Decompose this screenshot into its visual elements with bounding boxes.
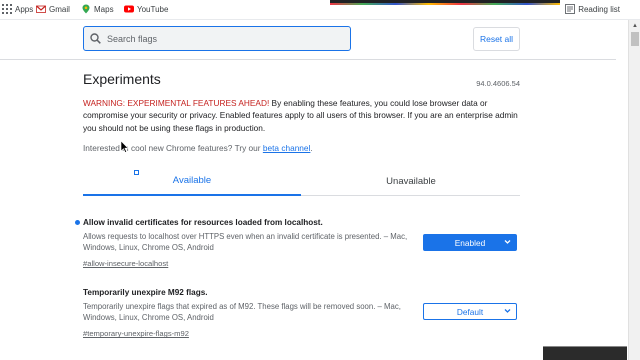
flag-state-value: Default [456,306,484,317]
scrollbar[interactable]: ▲ [628,20,640,360]
beta-promo-suffix: . [310,143,313,153]
bookmark-apps[interactable]: Apps [2,4,33,14]
reading-list-label: Reading list [578,4,620,14]
flag-description: Allows requests to localhost over HTTPS … [83,232,408,253]
flag-allow-insecure-localhost: Allow invalid certificates for resources… [75,218,520,271]
search-icon [90,33,101,44]
flag-description: Temporarily unexpire flags that expired … [83,302,401,323]
flag-state-select[interactable]: Default [423,303,517,320]
bookmark-label: Gmail [49,4,70,14]
flag-name: Allow invalid certificates for resources… [83,218,323,227]
youtube-icon [124,5,134,13]
flag-permalink[interactable]: #temporary-unexpire-flags-m92 [83,329,189,338]
flag-permalink[interactable]: #allow-insecure-localhost [83,259,168,268]
chevron-down-icon [504,309,511,313]
warning-message: WARNING: EXPERIMENTAL FEATURES AHEAD! By… [83,97,520,134]
beta-promo: Interested in cool new Chrome features? … [83,143,313,153]
window-edge-artifact-colors [330,3,560,5]
tab-bar: Available Unavailable [83,166,520,196]
beta-promo-text: Interested in cool new Chrome features? … [83,143,263,153]
version-number: 94.0.4606.54 [476,79,520,88]
flag-temporary-unexpire-m92: Temporarily unexpire M92 flags. Temporar… [83,288,520,341]
flag-state-select[interactable]: Enabled [423,234,517,251]
reading-list-button[interactable]: Reading list [565,4,620,14]
apps-grid-icon [2,4,12,14]
tab-available[interactable]: Available [83,166,301,196]
reading-list-icon [565,4,576,14]
page-title: Experiments [83,71,161,87]
flag-state-value: Enabled [454,237,486,248]
chevron-down-icon [504,240,511,244]
scroll-up-arrow-icon[interactable]: ▲ [632,23,638,29]
modified-indicator-dot [75,220,80,225]
mouse-cursor-icon [121,141,129,153]
bookmarks-bar: Apps Gmail Maps YouTube Reading list [0,0,640,20]
tab-unavailable[interactable]: Unavailable [302,166,520,196]
bookmark-youtube[interactable]: YouTube [124,4,168,14]
bookmark-label: Apps [15,4,34,14]
bookmark-label: Maps [94,4,114,14]
reset-all-button[interactable]: Reset all [473,27,520,51]
flags-header: Reset all [0,20,616,60]
scrollbar-thumb[interactable] [631,32,639,46]
search-input[interactable] [107,33,327,44]
warning-heading: WARNING: EXPERIMENTAL FEATURES AHEAD! [83,98,270,108]
flag-name: Temporarily unexpire M92 flags. [83,288,208,297]
beta-channel-link[interactable]: beta channel [263,143,311,153]
bookmark-gmail[interactable]: Gmail [36,4,70,14]
search-box[interactable] [83,26,351,51]
maps-icon [82,4,90,14]
gmail-icon [36,5,46,13]
taskbar-thumbnail [543,346,627,360]
bookmark-label: YouTube [137,4,169,14]
bookmark-maps[interactable]: Maps [81,4,114,14]
